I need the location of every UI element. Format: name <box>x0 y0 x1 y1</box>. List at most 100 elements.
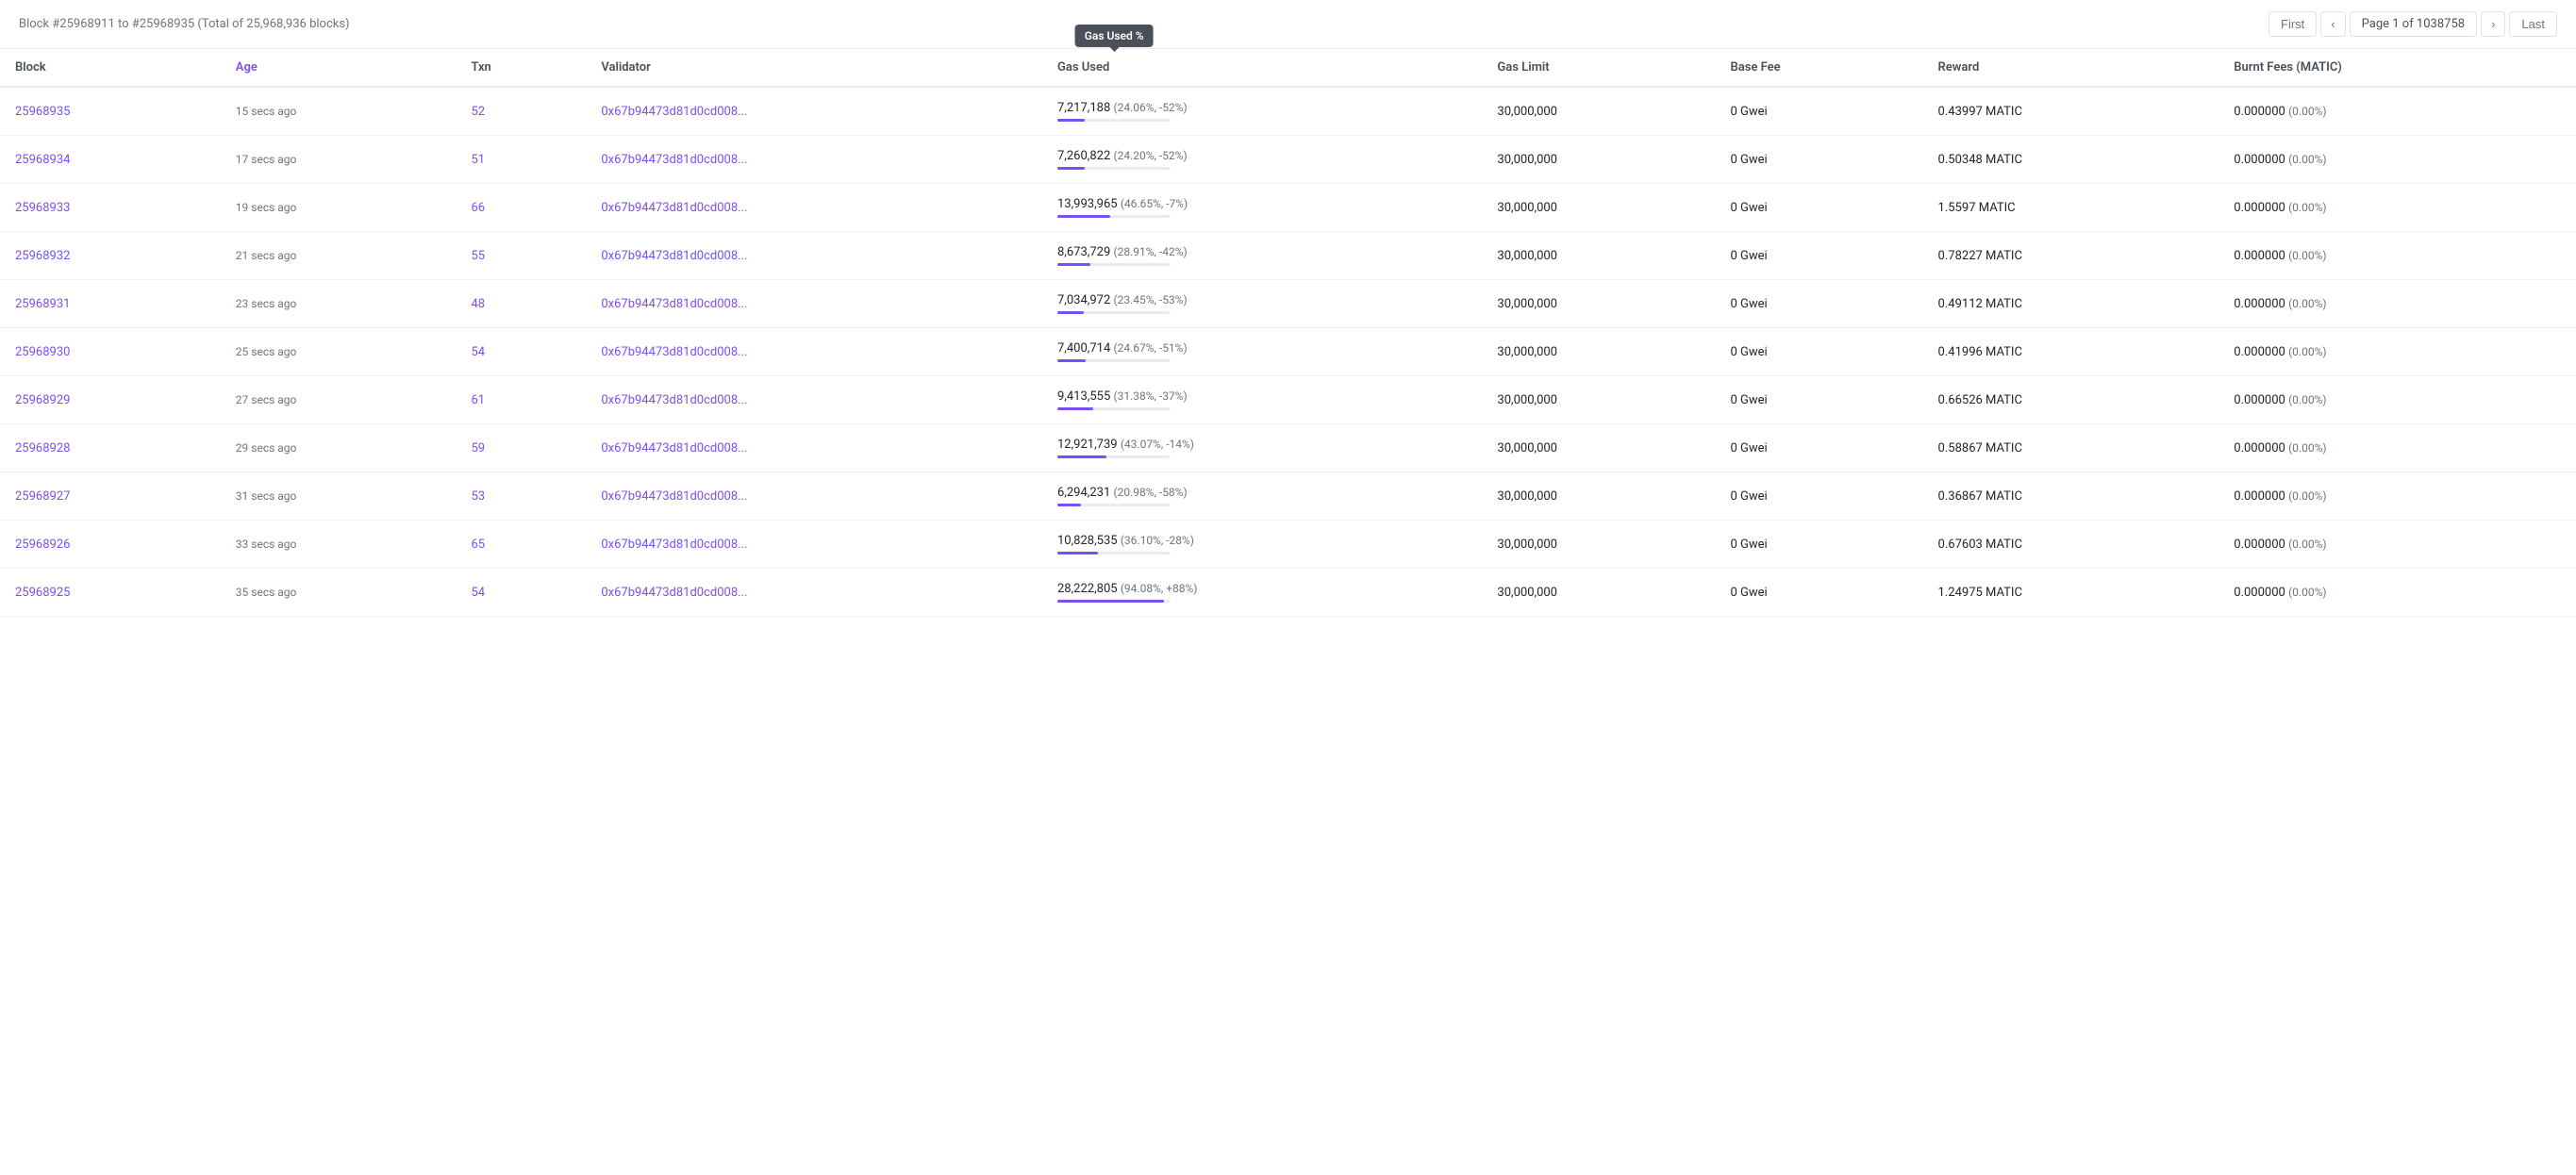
cell-gas-limit: 30,000,000 <box>1482 569 1715 617</box>
cell-validator: 0x67b94473d81d0cd008... <box>586 184 1042 232</box>
validator-link[interactable]: 0x67b94473d81d0cd008... <box>601 249 747 263</box>
validator-link[interactable]: 0x67b94473d81d0cd008... <box>601 441 747 455</box>
validator-link[interactable]: 0x67b94473d81d0cd008... <box>601 586 747 600</box>
gas-used-value: 7,260,822 <box>1057 149 1110 163</box>
burnt-fees-value: 0.000000 <box>2234 538 2285 552</box>
txn-link[interactable]: 53 <box>471 489 485 504</box>
cell-burnt-fees: 0.000000 (0.00%) <box>2219 569 2576 617</box>
block-link[interactable]: 25968926 <box>15 538 70 552</box>
col-burnt-fees: Burnt Fees (MATIC) <box>2219 49 2576 87</box>
block-link[interactable]: 25968929 <box>15 393 70 407</box>
cell-gas-limit: 30,000,000 <box>1482 424 1715 472</box>
gas-used-value: 12,921,739 <box>1057 438 1118 452</box>
cell-gas-limit: 30,000,000 <box>1482 136 1715 184</box>
block-link[interactable]: 25968932 <box>15 249 70 263</box>
cell-gas-used: 10,828,535 (36.10%, -28%) <box>1042 521 1482 569</box>
gas-bar-container <box>1057 167 1171 170</box>
burnt-fees-extra: (0.00%) <box>2288 345 2326 358</box>
validator-link[interactable]: 0x67b94473d81d0cd008... <box>601 538 747 552</box>
gas-bar <box>1057 407 1093 410</box>
validator-link[interactable]: 0x67b94473d81d0cd008... <box>601 201 747 215</box>
cell-reward: 0.78227 MATIC <box>1923 232 2219 280</box>
gas-used-value: 7,217,188 <box>1057 101 1110 115</box>
cell-txn: 61 <box>456 376 586 424</box>
validator-link[interactable]: 0x67b94473d81d0cd008... <box>601 489 747 504</box>
gas-bar-container <box>1057 215 1171 218</box>
table-row: 25968926 33 secs ago 65 0x67b94473d81d0c… <box>0 521 2576 569</box>
block-link[interactable]: 25968928 <box>15 441 70 455</box>
gas-bar-container <box>1057 504 1171 506</box>
block-link[interactable]: 25968930 <box>15 345 70 359</box>
gas-used-extra: (43.07%, -14%) <box>1121 438 1194 451</box>
txn-link[interactable]: 54 <box>471 586 485 600</box>
validator-link[interactable]: 0x67b94473d81d0cd008... <box>601 345 747 359</box>
cell-gas-used: 13,993,965 (46.65%, -7%) <box>1042 184 1482 232</box>
validator-link[interactable]: 0x67b94473d81d0cd008... <box>601 153 747 167</box>
gas-used-extra: (24.06%, -52%) <box>1114 101 1188 114</box>
block-link[interactable]: 25968933 <box>15 201 70 215</box>
gas-used-value: 7,034,972 <box>1057 293 1110 307</box>
gas-bar-container <box>1057 407 1171 410</box>
cell-block: 25968927 <box>0 472 221 521</box>
txn-link[interactable]: 48 <box>471 297 485 311</box>
gas-bar-container <box>1057 552 1171 554</box>
cell-validator: 0x67b94473d81d0cd008... <box>586 472 1042 521</box>
blocks-table: Block Age Txn Validator Gas Used Gas Use… <box>0 49 2576 617</box>
table-row: 25968935 15 secs ago 52 0x67b94473d81d0c… <box>0 87 2576 136</box>
next-page-button[interactable]: › <box>2481 11 2505 37</box>
cell-age: 31 secs ago <box>221 472 457 521</box>
cell-txn: 66 <box>456 184 586 232</box>
gas-bar-container <box>1057 263 1171 266</box>
txn-link[interactable]: 51 <box>471 153 485 167</box>
prev-page-button[interactable]: ‹ <box>2320 11 2345 37</box>
txn-link[interactable]: 59 <box>471 441 485 455</box>
top-bar: Block #25968911 to #25968935 (Total of 2… <box>0 0 2576 49</box>
burnt-fees-extra: (0.00%) <box>2288 297 2326 310</box>
burnt-fees-value: 0.000000 <box>2234 345 2285 359</box>
col-age: Age <box>221 49 457 87</box>
table-row: 25968931 23 secs ago 48 0x67b94473d81d0c… <box>0 280 2576 328</box>
burnt-fees-value: 0.000000 <box>2234 489 2285 504</box>
block-link[interactable]: 25968931 <box>15 297 70 311</box>
block-link[interactable]: 25968934 <box>15 153 70 167</box>
cell-block: 25968932 <box>0 232 221 280</box>
block-link[interactable]: 25968935 <box>15 105 70 119</box>
block-link[interactable]: 25968925 <box>15 586 70 600</box>
validator-link[interactable]: 0x67b94473d81d0cd008... <box>601 105 747 119</box>
cell-age: 17 secs ago <box>221 136 457 184</box>
cell-txn: 55 <box>456 232 586 280</box>
last-page-button[interactable]: Last <box>2509 11 2557 37</box>
cell-base-fee: 0 Gwei <box>1715 328 1922 376</box>
cell-burnt-fees: 0.000000 (0.00%) <box>2219 232 2576 280</box>
validator-link[interactable]: 0x67b94473d81d0cd008... <box>601 393 747 407</box>
first-page-button[interactable]: First <box>2269 11 2317 37</box>
cell-burnt-fees: 0.000000 (0.00%) <box>2219 472 2576 521</box>
validator-link[interactable]: 0x67b94473d81d0cd008... <box>601 297 747 311</box>
gas-bar <box>1057 504 1081 506</box>
txn-link[interactable]: 65 <box>471 538 485 552</box>
cell-reward: 1.24975 MATIC <box>1923 569 2219 617</box>
gas-bar <box>1057 311 1084 314</box>
gas-used-extra: (46.65%, -7%) <box>1121 197 1188 210</box>
col-txn: Txn <box>456 49 586 87</box>
txn-link[interactable]: 66 <box>471 201 485 215</box>
cell-validator: 0x67b94473d81d0cd008... <box>586 280 1042 328</box>
block-link[interactable]: 25968927 <box>15 489 70 504</box>
burnt-fees-value: 0.000000 <box>2234 393 2285 407</box>
txn-link[interactable]: 55 <box>471 249 485 263</box>
cell-validator: 0x67b94473d81d0cd008... <box>586 136 1042 184</box>
gas-bar <box>1057 455 1106 458</box>
burnt-fees-extra: (0.00%) <box>2288 393 2326 406</box>
cell-age: 19 secs ago <box>221 184 457 232</box>
cell-block: 25968929 <box>0 376 221 424</box>
cell-validator: 0x67b94473d81d0cd008... <box>586 424 1042 472</box>
cell-block: 25968930 <box>0 328 221 376</box>
cell-age: 25 secs ago <box>221 328 457 376</box>
gas-used-extra: (24.20%, -52%) <box>1114 149 1188 162</box>
col-block: Block <box>0 49 221 87</box>
txn-link[interactable]: 54 <box>471 345 485 359</box>
cell-reward: 0.41996 MATIC <box>1923 328 2219 376</box>
txn-link[interactable]: 61 <box>471 393 485 407</box>
cell-burnt-fees: 0.000000 (0.00%) <box>2219 136 2576 184</box>
txn-link[interactable]: 52 <box>471 105 485 119</box>
